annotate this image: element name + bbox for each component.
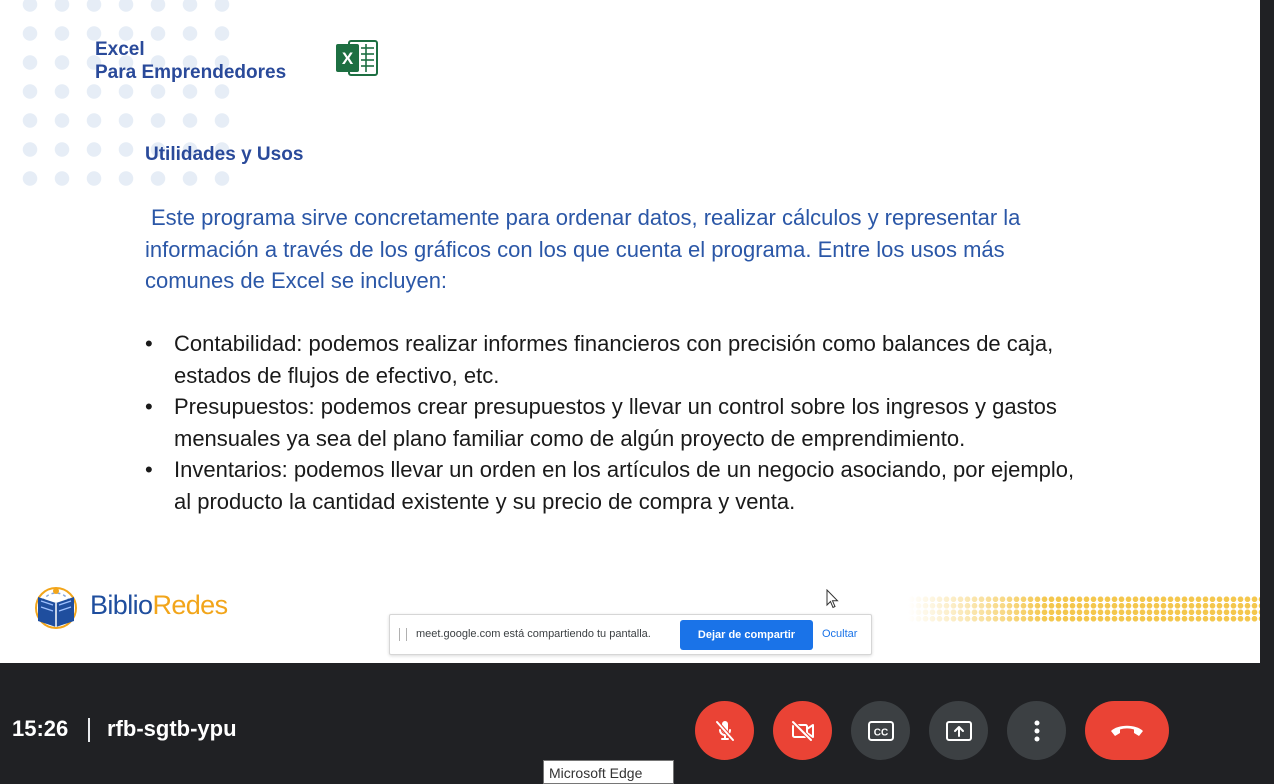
closed-captions-icon: CC [867,720,894,741]
slide-brand-title: Excel Para Emprendedores [95,38,286,84]
list-item: Contabilidad: podemos realizar informes … [145,328,1075,391]
taskbar-tooltip: Microsoft Edge [543,760,674,784]
present-screen-icon [945,720,972,741]
info-separator [88,718,90,742]
decorative-dot-band [908,596,1260,622]
intro-paragraph: Este programa sirve concretamente para o… [145,205,1021,293]
call-end-icon [1111,725,1143,736]
microphone-toggle-button[interactable] [695,701,754,760]
usage-list: Contabilidad: podemos realizar informes … [145,328,1075,517]
hide-link[interactable]: Ocultar [822,628,857,640]
mouse-cursor-icon [826,589,839,609]
window-edge [1260,0,1274,663]
biblioredes-wordmark: BiblioRedes [90,590,228,621]
brand-line-1: Excel [95,39,145,60]
leave-call-button[interactable] [1085,701,1169,760]
captions-button[interactable]: CC [851,701,910,760]
wordmark-part-1: Biblio [90,590,153,620]
meeting-code: rfb-sgtb-ypu [107,716,237,741]
share-message: meet.google.com está compartiendo tu pan… [416,628,651,640]
meeting-time: 15:26 [12,716,69,741]
more-vertical-icon [1034,720,1039,741]
section-title: Utilidades y Usos [145,144,304,165]
mic-off-icon [715,720,734,741]
present-now-button[interactable] [929,701,988,760]
screen-share-notification-bar: meet.google.com está compartiendo tu pan… [389,614,872,655]
shared-slide: Excel Para Emprendedores X Utilidades y … [0,0,1260,663]
list-item: Presupuestos: podemos crear presupuestos… [145,391,1075,454]
drag-handle-icon[interactable] [399,628,407,641]
excel-logo-icon: X [336,40,378,76]
stop-sharing-button[interactable]: Dejar de compartir [680,620,813,650]
excel-logo-letter: X [342,49,354,68]
videocam-off-icon [791,720,814,741]
wordmark-part-2: Redes [152,590,228,620]
more-options-button[interactable] [1007,701,1066,760]
captions-label: CC [873,727,887,738]
camera-toggle-button[interactable] [773,701,832,760]
list-item: Inventarios: podemos llevar un orden en … [145,454,1075,517]
brand-line-2: Para Emprendedores [95,62,287,83]
